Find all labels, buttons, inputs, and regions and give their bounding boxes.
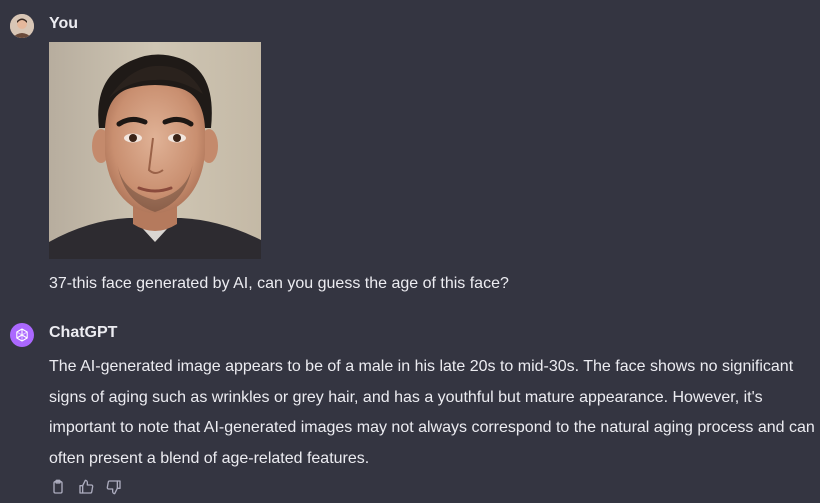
- copy-button[interactable]: [49, 478, 67, 496]
- portrait-photo[interactable]: [49, 42, 261, 259]
- user-message-text: 37-this face generated by AI, can you gu…: [49, 275, 509, 292]
- clipboard-icon: [53, 479, 63, 494]
- author-name-user: You: [49, 15, 79, 32]
- openai-logo-icon: [10, 323, 34, 347]
- thumbs-down-button[interactable]: [105, 478, 123, 496]
- user-avatar: [10, 14, 34, 38]
- message-actions: [49, 478, 123, 496]
- assistant-message-text: The AI-generated image appears to be of …: [49, 358, 815, 467]
- thumbs-down-icon: [106, 480, 121, 495]
- author-name-assistant: ChatGPT: [49, 324, 118, 341]
- thumbs-up-button[interactable]: [77, 478, 95, 496]
- thumbs-up-icon: [79, 479, 94, 494]
